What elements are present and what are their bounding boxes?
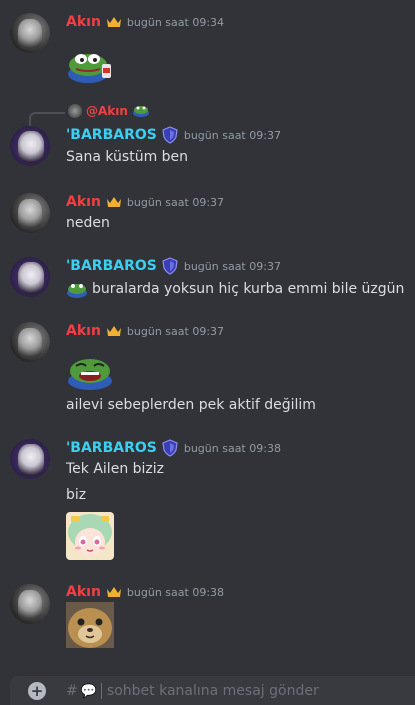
author-name[interactable]: 'BARBAROS xyxy=(66,127,157,143)
placeholder-text: sohbet kanalına mesaj gönder xyxy=(106,683,319,699)
avatar[interactable] xyxy=(10,322,50,362)
avatar[interactable] xyxy=(10,126,50,166)
cat-face-sticker xyxy=(66,602,114,648)
author-name[interactable]: Akın xyxy=(66,14,101,30)
message-text: neden xyxy=(66,215,110,231)
avatar[interactable] xyxy=(10,257,50,297)
channel-prefix: # xyxy=(66,683,78,699)
timestamp: bugün saat 09:34 xyxy=(126,15,225,29)
speech-bubble-icon: 💬 xyxy=(80,683,97,699)
composer-placeholder[interactable]: # 💬 sohbet kanalına mesaj gönder xyxy=(66,683,319,699)
avatar[interactable] xyxy=(10,439,50,479)
author-name[interactable]: 'BARBAROS xyxy=(66,258,157,274)
frog-emoji-icon xyxy=(132,106,149,117)
author-name[interactable]: 'BARBAROS xyxy=(66,440,157,456)
anime-girl-sticker xyxy=(66,512,114,560)
crown-icon xyxy=(106,197,121,207)
timestamp: bugün saat 09:37 xyxy=(183,128,281,142)
avatar[interactable] xyxy=(10,13,50,53)
reply-line xyxy=(29,112,65,126)
shield-badge-icon xyxy=(162,257,178,275)
shield-badge-icon xyxy=(162,126,178,144)
crown-icon xyxy=(106,587,121,597)
timestamp: bugün saat 09:37 xyxy=(126,324,225,338)
frog-emoji-icon xyxy=(67,284,87,298)
timestamp: bugün saat 09:37 xyxy=(126,195,225,209)
crown-icon xyxy=(106,326,121,336)
timestamp: bugün saat 09:38 xyxy=(126,585,225,599)
timestamp: bugün saat 09:38 xyxy=(183,441,281,455)
message-text: ailevi sebeplerden pek aktif değilim xyxy=(66,397,316,413)
reply-reference[interactable]: @Akın xyxy=(68,104,150,118)
crown-icon xyxy=(106,17,121,27)
message-text: biz xyxy=(66,487,87,503)
author-name[interactable]: Akın xyxy=(66,584,101,600)
message-composer[interactable]: + # 💬 sohbet kanalına mesaj gönder xyxy=(10,676,415,705)
pepe-laughing-sticker xyxy=(68,359,112,390)
author-name[interactable]: Akın xyxy=(66,194,101,210)
avatar[interactable] xyxy=(10,584,50,624)
author-name[interactable]: Akın xyxy=(66,323,101,339)
reply-avatar xyxy=(68,104,82,118)
pepe-sticker xyxy=(68,54,111,83)
divider xyxy=(100,683,102,699)
add-attachment-button[interactable]: + xyxy=(28,682,46,700)
avatar[interactable] xyxy=(10,193,50,233)
shield-badge-icon xyxy=(162,439,178,457)
message-text: Sana küstüm ben xyxy=(66,149,189,165)
message-text: Tek Ailen biziz xyxy=(66,461,164,477)
message-text: buralarda yoksun hiç kurba emmi bile üzg… xyxy=(92,281,405,297)
reply-author[interactable]: @Akın xyxy=(86,104,128,118)
timestamp: bugün saat 09:37 xyxy=(183,259,281,273)
